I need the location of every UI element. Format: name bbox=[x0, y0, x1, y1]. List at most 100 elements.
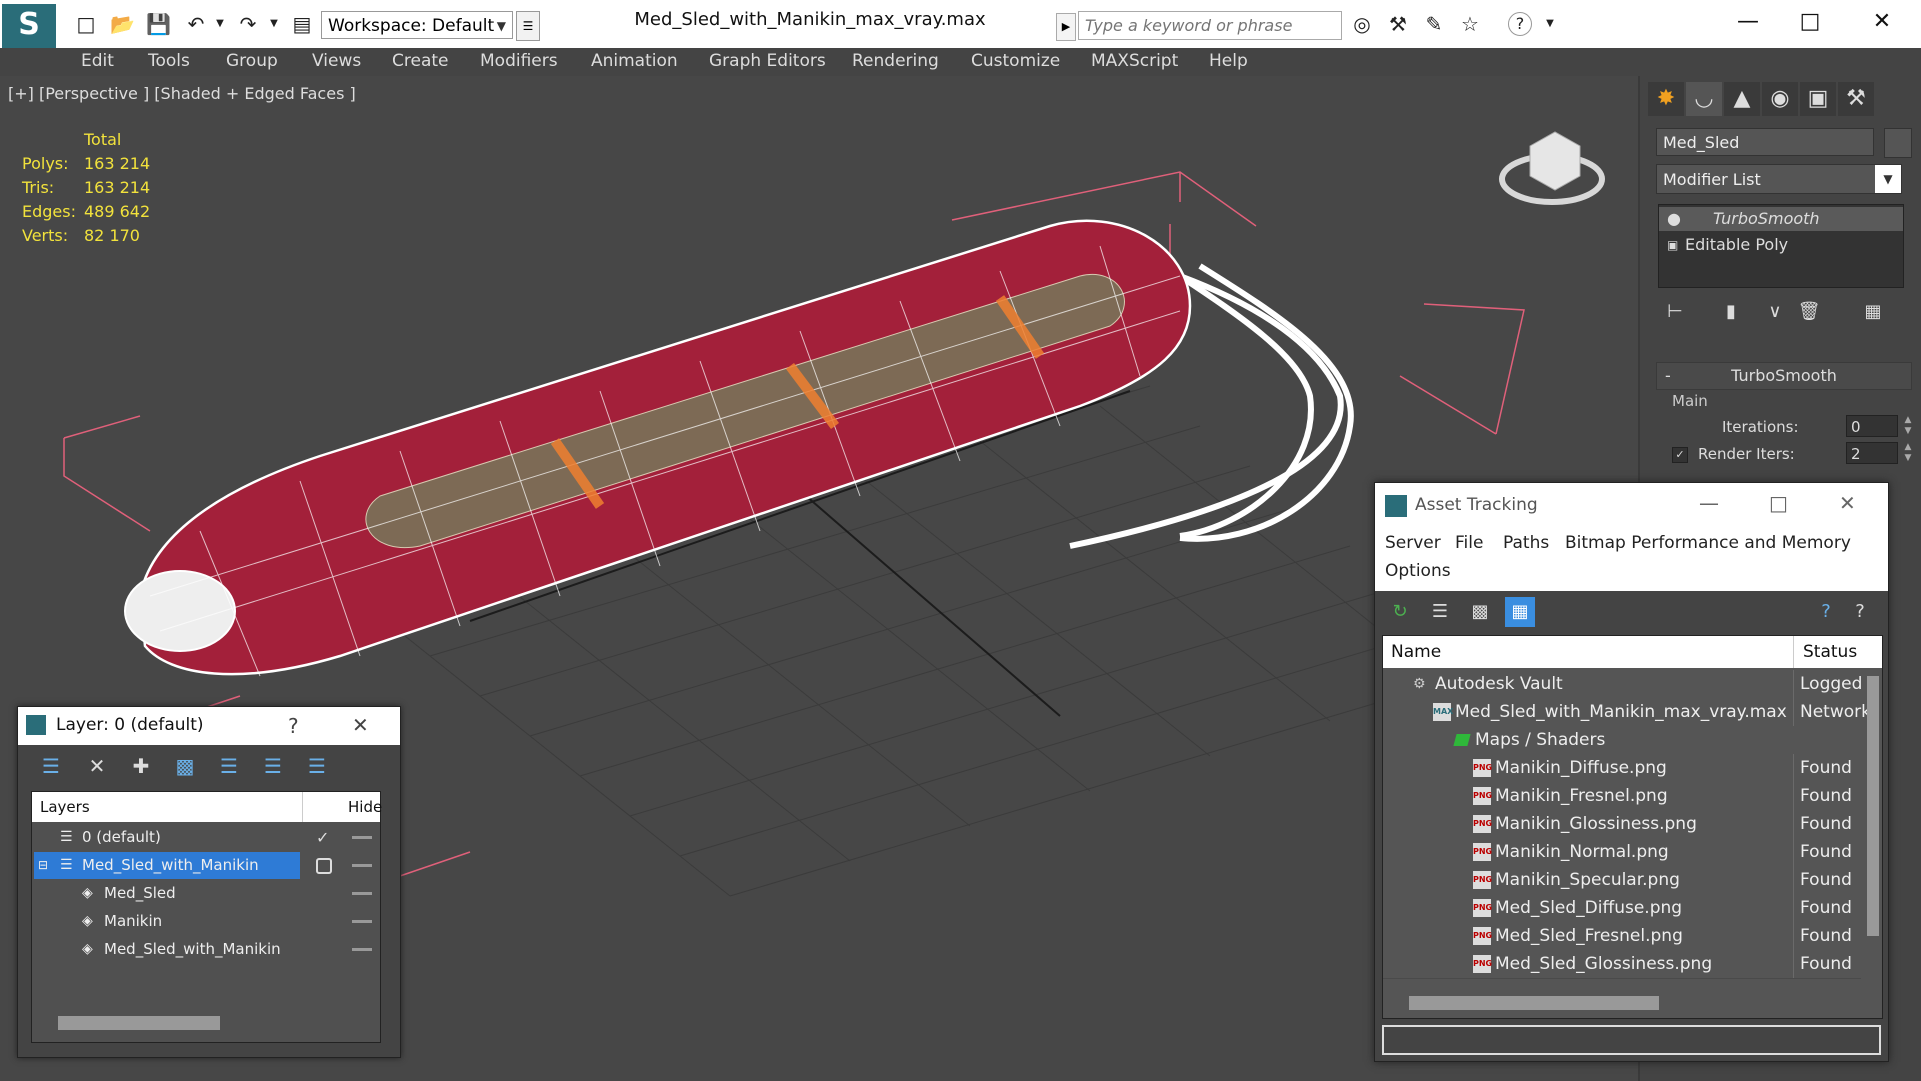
menu-tools[interactable]: Tools bbox=[148, 51, 190, 71]
display-tab-icon[interactable]: ▣ bbox=[1800, 82, 1836, 116]
table-row[interactable]: PNG Med_Sled_Fresnel.png Found bbox=[1383, 922, 1861, 951]
close-icon[interactable]: ✕ bbox=[352, 713, 369, 737]
menu-group[interactable]: Group bbox=[226, 51, 278, 71]
create-tab-icon[interactable]: ✸ bbox=[1648, 82, 1684, 116]
turbosmooth-rollout[interactable]: - TurboSmooth bbox=[1656, 362, 1912, 390]
menu-customize[interactable]: Customize bbox=[971, 51, 1060, 71]
make-unique-icon[interactable]: ∨ bbox=[1758, 296, 1792, 328]
layer-dialog-titlebar[interactable]: Layer: 0 (default) ? ✕ bbox=[18, 707, 400, 745]
add-to-layer-icon[interactable]: ✚ bbox=[124, 751, 158, 781]
minimize-icon[interactable]: — bbox=[1718, 6, 1778, 38]
collapse-minus-icon[interactable]: ⊟ bbox=[38, 852, 48, 879]
table-row[interactable]: PNG Med_Sled_Glossiness.png Found bbox=[1383, 950, 1861, 979]
menu-options[interactable]: Options bbox=[1385, 561, 1451, 581]
list-view-icon[interactable]: ☰ bbox=[1425, 597, 1455, 627]
redo-icon[interactable]: ↷ bbox=[236, 12, 260, 36]
table-row[interactable]: PNG Manikin_Specular.png Found bbox=[1383, 866, 1861, 895]
column-header-hide[interactable]: Hide bbox=[348, 798, 382, 816]
open-file-icon[interactable]: 📂 bbox=[110, 12, 135, 36]
viewcube-icon[interactable] bbox=[1499, 131, 1605, 205]
freeze-all-icon[interactable]: ☰ bbox=[300, 751, 334, 781]
table-view-icon[interactable]: ▦ bbox=[1505, 597, 1535, 627]
menu-edit[interactable]: Edit bbox=[81, 51, 114, 71]
delete-layer-icon[interactable]: ✕ bbox=[80, 751, 114, 781]
layer-row[interactable]: ◈ Med_Sled_with_Manikin bbox=[32, 936, 380, 963]
table-row[interactable]: PNG Manikin_Normal.png Found bbox=[1383, 838, 1861, 867]
minimize-icon[interactable]: — bbox=[1699, 491, 1719, 515]
column-header-name[interactable]: Name bbox=[1391, 642, 1441, 662]
menu-bitmap-performance[interactable]: Bitmap Performance and Memory bbox=[1565, 533, 1851, 553]
stack-item-editable-poly[interactable]: ▣ Editable Poly bbox=[1659, 233, 1903, 257]
hide-toggle[interactable] bbox=[352, 920, 372, 923]
asset-dialog-titlebar[interactable]: Asset Tracking — □ ✕ bbox=[1375, 483, 1888, 529]
thumbnail-view-icon[interactable]: ▩ bbox=[1465, 597, 1495, 627]
refresh-icon[interactable]: ↻ bbox=[1385, 597, 1415, 627]
table-row[interactable]: MAX Med_Sled_with_Manikin_max_vray.max N… bbox=[1383, 698, 1868, 727]
help-dropdown-icon[interactable]: ▼ bbox=[1538, 12, 1562, 36]
highlight-layer-icon[interactable]: ☰ bbox=[212, 751, 246, 781]
tools-icon[interactable]: ⚒ bbox=[1386, 12, 1410, 36]
new-layer-icon[interactable]: ☰ bbox=[34, 751, 68, 781]
close-icon[interactable]: ✕ bbox=[1852, 6, 1912, 38]
horizontal-scrollbar[interactable] bbox=[1409, 996, 1659, 1010]
motion-tab-icon[interactable]: ◉ bbox=[1762, 82, 1798, 116]
menu-file[interactable]: File bbox=[1455, 533, 1483, 553]
show-end-result-icon[interactable]: ▮ bbox=[1714, 296, 1748, 328]
layer-row[interactable]: ◈ Med_Sled bbox=[32, 880, 380, 907]
menu-modifiers[interactable]: Modifiers bbox=[480, 51, 558, 71]
help-button[interactable]: ? bbox=[288, 714, 299, 738]
menu-paths[interactable]: Paths bbox=[1503, 533, 1549, 553]
iterations-spinner[interactable]: 0 bbox=[1846, 415, 1898, 437]
close-icon[interactable]: ✕ bbox=[1839, 491, 1856, 515]
column-header-status[interactable]: Status bbox=[1803, 642, 1857, 662]
maximize-icon[interactable]: □ bbox=[1780, 6, 1840, 38]
hide-toggle[interactable] bbox=[352, 836, 372, 839]
pin-stack-icon[interactable]: ⊢ bbox=[1658, 296, 1692, 328]
help-icon[interactable]: ? bbox=[1508, 12, 1532, 36]
render-iters-spinner[interactable]: 2 bbox=[1846, 442, 1898, 464]
table-row[interactable]: ⚙ Autodesk Vault Logged bbox=[1383, 670, 1862, 699]
lightbulb-icon[interactable]: ● bbox=[1667, 207, 1681, 231]
utilities-tab-icon[interactable]: ⚒ bbox=[1838, 82, 1874, 116]
select-objects-icon[interactable]: ▩ bbox=[168, 751, 202, 781]
spinner-arrows-icon[interactable]: ▲ ▼ bbox=[1902, 442, 1914, 464]
table-row[interactable]: Maps / Shaders bbox=[1383, 726, 1861, 755]
binoculars-icon[interactable]: ◎ bbox=[1350, 12, 1374, 36]
undo-dropdown-icon[interactable]: ▼ bbox=[208, 12, 232, 36]
menu-create[interactable]: Create bbox=[392, 51, 449, 71]
project-folder-icon[interactable]: ▤ bbox=[290, 12, 314, 36]
help-context-icon[interactable]: ? bbox=[1845, 597, 1875, 627]
hierarchy-tab-icon[interactable]: ▲ bbox=[1724, 82, 1760, 116]
spinner-arrows-icon[interactable]: ▲ ▼ bbox=[1902, 415, 1914, 437]
workspace-select[interactable]: Workspace: Default ▼ bbox=[321, 11, 513, 39]
layer-row[interactable]: ◈ Manikin bbox=[32, 908, 380, 935]
help-icon[interactable]: ? bbox=[1811, 597, 1841, 627]
table-row[interactable]: PNG Manikin_Glossiness.png Found bbox=[1383, 810, 1861, 839]
hide-toggle[interactable] bbox=[352, 948, 372, 951]
communication-icon[interactable]: ✎ bbox=[1422, 12, 1446, 36]
menu-animation[interactable]: Animation bbox=[591, 51, 678, 71]
redo-dropdown-icon[interactable]: ▼ bbox=[262, 12, 286, 36]
horizontal-scrollbar[interactable] bbox=[58, 1016, 220, 1030]
modify-tab-icon[interactable]: ◡ bbox=[1686, 82, 1722, 116]
current-layer-icon[interactable] bbox=[316, 858, 332, 874]
menu-server[interactable]: Server bbox=[1385, 533, 1441, 553]
app-logo-icon[interactable]: S bbox=[2, 4, 56, 48]
menu-rendering[interactable]: Rendering bbox=[852, 51, 939, 71]
search-input[interactable] bbox=[1078, 11, 1342, 40]
layer-row[interactable]: ⊟ ☰ Med_Sled_with_Manikin bbox=[32, 852, 380, 879]
remove-modifier-icon[interactable]: 🗑 bbox=[1792, 296, 1826, 328]
object-color-swatch[interactable] bbox=[1884, 128, 1912, 158]
new-file-icon[interactable]: □ bbox=[74, 12, 98, 36]
save-file-icon[interactable]: 💾 bbox=[146, 12, 171, 36]
favorites-star-icon[interactable]: ☆ bbox=[1458, 12, 1482, 36]
table-row[interactable]: PNG Manikin_Fresnel.png Found bbox=[1383, 782, 1861, 811]
object-name-field[interactable]: Med_Sled bbox=[1656, 128, 1874, 156]
expand-plus-icon[interactable]: ▣ bbox=[1667, 233, 1678, 257]
hide-all-icon[interactable]: ☰ bbox=[256, 751, 290, 781]
viewport-label[interactable]: [+] [Perspective ] [Shaded + Edged Faces… bbox=[8, 84, 356, 103]
menu-graph-editors[interactable]: Graph Editors bbox=[709, 51, 826, 71]
configure-sets-icon[interactable]: ▦ bbox=[1856, 296, 1890, 328]
layer-row[interactable]: ☰ 0 (default) ✓ bbox=[32, 824, 380, 851]
modifier-list-dropdown[interactable]: Modifier List ▼ bbox=[1656, 164, 1902, 194]
